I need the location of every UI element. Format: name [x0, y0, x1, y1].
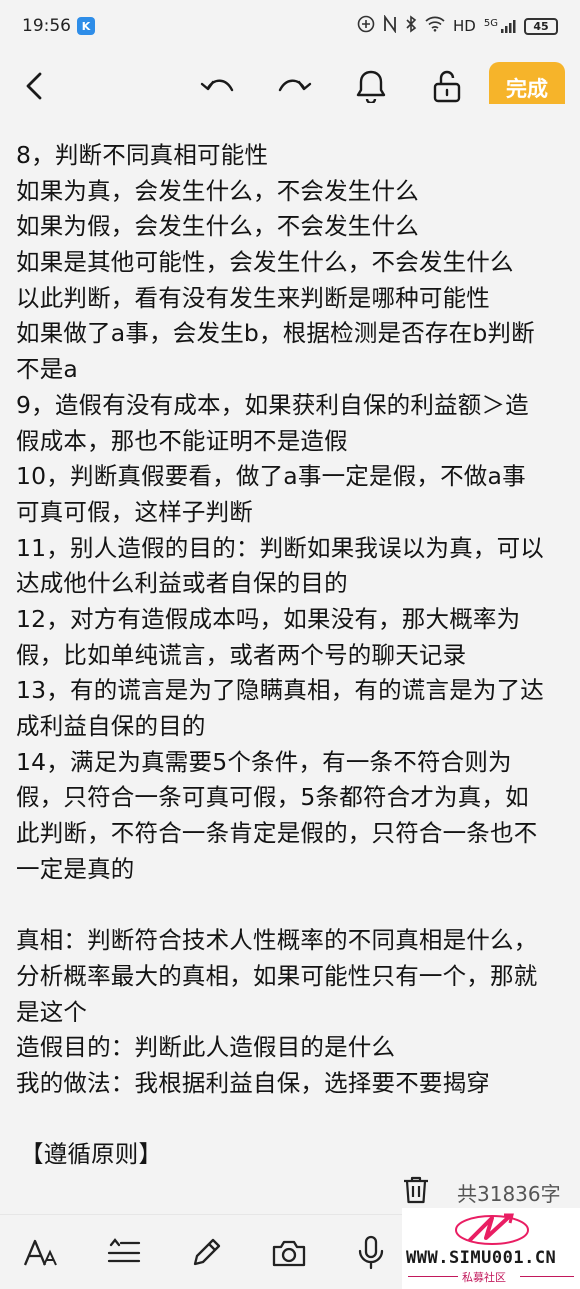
nfc-icon: [383, 14, 397, 37]
note-line: 可真可假，这样子判断: [16, 497, 253, 526]
undo-button[interactable]: [196, 64, 240, 108]
back-button[interactable]: [12, 64, 56, 108]
reminder-button[interactable]: [349, 64, 393, 108]
note-line: 一定是真的: [16, 854, 135, 883]
note-line: 14，满足为真需要5个条件，有一条不符合则为: [16, 747, 512, 776]
word-count: 共31836字: [457, 1182, 561, 1206]
note-line: 达成他什么利益或者自保的目的: [16, 569, 348, 598]
watermark-site: WWW.SIMU001.CN: [406, 1248, 557, 1268]
handwriting-button[interactable]: [186, 1233, 226, 1273]
bluetooth-icon: [405, 15, 417, 37]
unlock-icon: [433, 70, 461, 103]
chevron-left-icon: [26, 72, 42, 100]
text-format-icon: [107, 1238, 141, 1263]
note-line: 如果为假，会发生什么，不会发生什么: [16, 212, 419, 241]
signal-type-label: 5G: [483, 18, 498, 29]
note-line: 分析概率最大的真相，如果可能性只有一个，那就: [16, 961, 538, 990]
note-footer: 共31836字: [0, 1162, 580, 1214]
status-bar: 19:56 K HD 5G 45: [0, 0, 580, 52]
signal-icon: 5G: [484, 18, 516, 34]
note-line: 如果为真，会发生什么，不会发生什么: [16, 176, 419, 205]
voice-input-button[interactable]: [351, 1233, 391, 1273]
undo-icon: [200, 79, 234, 92]
note-line: 11，别人造假的目的：判断如果我误以为真，可以: [16, 533, 545, 562]
note-line: 假成本，那也不能证明不是造假: [16, 426, 348, 455]
delete-button[interactable]: [400, 1174, 432, 1206]
watermark-logo-icon: [455, 1213, 529, 1245]
note-line: 此判断，不符合一条肯定是假的，只符合一条也不: [16, 819, 538, 848]
watermark-subtitle: 私募社区: [462, 1271, 506, 1284]
wifi-icon: [425, 16, 445, 36]
camera-button[interactable]: [269, 1233, 309, 1273]
note-line: 以此判断，看有没有发生来判断是哪种可能性: [16, 283, 490, 312]
note-lines: 8，判断不同真相可能性如果为真，会发生什么，不会发生什么 如果为假，会发生什么，不…: [16, 138, 571, 1173]
list-format-button[interactable]: [104, 1233, 144, 1273]
add-circle-icon: [357, 15, 375, 37]
trash-icon: [404, 1176, 428, 1204]
note-line: 8，判断不同真相可能性: [16, 141, 269, 169]
note-line: 9，造假有没有成本，如果获利自保的利益额＞造: [16, 390, 529, 419]
note-line: 是这个: [16, 997, 88, 1026]
microphone-icon: [358, 1235, 384, 1270]
bell-icon: [356, 70, 386, 103]
watermark: WWW.SIMU001.CN 私募社区: [402, 1208, 580, 1289]
network-type-label: HD: [453, 17, 476, 35]
note-line: 如果做了a事，会发生b，根据检测是否存在b判断: [16, 319, 535, 348]
redo-icon: [278, 79, 312, 92]
note-line: 成利益自保的目的: [16, 712, 206, 740]
app-notification-icon: K: [77, 17, 95, 35]
note-line: 不是a: [16, 355, 79, 384]
pen-icon: [193, 1238, 221, 1266]
text-style-button[interactable]: [20, 1233, 60, 1273]
note-line: [16, 887, 571, 923]
note-line: 我的做法：我根据利益自保，选择要不要揭穿: [16, 1068, 490, 1097]
redo-button[interactable]: [272, 64, 316, 108]
note-line: 12，对方有造假成本吗，如果没有，那大概率为: [16, 604, 521, 633]
note-line: 假，比如单纯谎言，或者两个号的聊天记录: [16, 640, 467, 669]
note-line: 假，只符合一条可真可假，5条都符合才为真，如: [16, 783, 529, 812]
note-line: 13，有的谎言是为了隐瞒真相，有的谎言是为了达: [16, 676, 545, 705]
partial-line-mask: [16, 104, 571, 130]
battery-icon: 45: [524, 17, 558, 35]
watermark-rule-right: [520, 1276, 574, 1277]
note-body[interactable]: 8，判断不同真相可能性如果为真，会发生什么，不会发生什么 如果为假，会发生什么，不…: [16, 104, 571, 1174]
note-line: 如果是其他可能性，会发生什么，不会发生什么: [16, 248, 514, 277]
note-line: 10，判断真假要看，做了a事一定是假，不做a事: [16, 462, 526, 491]
lock-button[interactable]: [425, 64, 469, 108]
note-line: 造假目的：判断此人造假目的是什么: [16, 1033, 396, 1062]
font-size-icon: [23, 1239, 57, 1266]
status-time: 19:56: [22, 16, 71, 36]
camera-icon: [272, 1240, 306, 1267]
note-line: 真相：判断符合技术人性概率的不同真相是什么，: [16, 926, 538, 955]
watermark-rule-left: [408, 1276, 458, 1277]
note-line: [16, 1102, 571, 1138]
